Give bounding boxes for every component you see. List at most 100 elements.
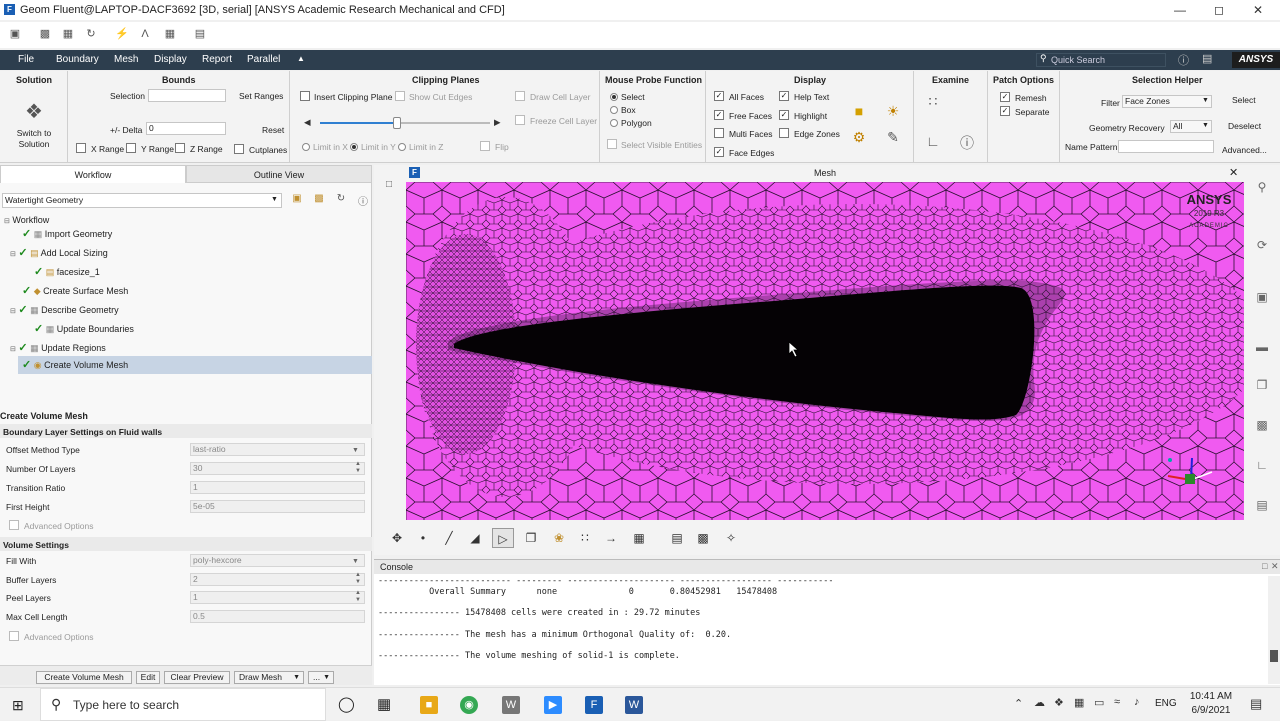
lightning-icon[interactable]: ⚡ — [115, 27, 129, 41]
layout-icon[interactable]: ▤ — [193, 27, 207, 41]
iso-view-icon[interactable]: ❐ — [1252, 375, 1272, 395]
plane-tool-icon[interactable]: ◢ — [464, 528, 486, 548]
close-window-button[interactable]: ✕ — [1244, 2, 1272, 18]
open-workflow-icon[interactable]: ▣ — [290, 193, 304, 204]
edge-zones-checkbox[interactable] — [779, 128, 789, 138]
open-icon[interactable]: ▣ — [8, 27, 22, 41]
create-volume-mesh-button[interactable]: Create Volume Mesh — [36, 671, 132, 684]
grid-icon[interactable]: ▦ — [163, 27, 177, 41]
layers-tool-icon[interactable]: ▤ — [666, 528, 688, 548]
workflow-select[interactable]: Watertight Geometry — [2, 193, 282, 208]
tree-update-boundaries[interactable]: ✓ ▦ Update Boundaries — [34, 320, 134, 338]
select-tool-icon[interactable]: ▷ — [492, 528, 514, 548]
zone-tool-icon[interactable]: ❀ — [548, 528, 570, 548]
fill-with-select[interactable]: poly-hexcore — [190, 554, 365, 567]
close-graphics-icon[interactable]: ✕ — [1229, 166, 1238, 179]
tab-workflow[interactable]: Workflow — [0, 165, 186, 183]
info-icon[interactable]: ⓘ — [958, 133, 976, 153]
box-tool-icon[interactable]: ▦ — [628, 528, 650, 548]
tree-import-geometry[interactable]: ✓ ▦ Import Geometry — [22, 225, 112, 243]
probe-select-radio[interactable] — [610, 93, 618, 101]
switch-solution-icon[interactable]: ❖ — [22, 99, 46, 123]
network-icon[interactable]: ▦ — [1074, 696, 1084, 709]
x-range-checkbox[interactable] — [76, 143, 86, 153]
menu-display[interactable]: Display — [154, 54, 187, 65]
bl-advanced-checkbox[interactable] — [9, 520, 19, 530]
cutplanes-checkbox[interactable] — [234, 144, 244, 154]
tree-create-surface-mesh[interactable]: ✓ ◆ Create Surface Mesh — [22, 282, 128, 300]
battery-icon[interactable]: ▭ — [1094, 696, 1104, 709]
notes-view-icon[interactable]: ▤ — [1252, 495, 1272, 515]
stepper-icon[interactable]: ▲ ▼ — [355, 572, 361, 586]
deselect-button[interactable]: Deselect — [1228, 121, 1261, 131]
line-tool-icon[interactable]: ╱ — [438, 528, 460, 548]
filter-select[interactable]: Face Zones — [1122, 95, 1212, 108]
minimize-button[interactable]: — — [1166, 2, 1194, 18]
chrome-icon[interactable]: ◉ — [460, 696, 478, 714]
stepper-icon[interactable]: ▲ ▼ — [355, 590, 361, 604]
file-explorer-icon[interactable]: ■ — [420, 696, 438, 714]
draw-cell-layer-checkbox[interactable] — [515, 91, 525, 101]
gear-icon[interactable]: ⚙ — [850, 129, 868, 146]
quick-search-input[interactable]: Quick Search — [1036, 53, 1166, 67]
tree-describe-geometry[interactable]: ⊟ ✓ ▦ Describe Geometry — [10, 301, 119, 319]
windows-start-icon[interactable]: ⊞ — [12, 697, 24, 714]
nodes-icon[interactable]: ∷ — [924, 93, 942, 110]
help-icon[interactable]: ⓘ — [1178, 52, 1189, 68]
free-faces-checkbox[interactable]: ✓ — [714, 110, 724, 120]
maximize-button[interactable]: ◻ — [1205, 2, 1233, 18]
offset-method-select[interactable]: last-ratio — [190, 443, 365, 456]
limit-x-radio[interactable] — [302, 143, 310, 151]
more-button[interactable]: ... ▼ — [308, 671, 334, 684]
pencil-icon[interactable]: ✎ — [884, 129, 902, 146]
language-indicator[interactable]: ENG — [1155, 698, 1177, 709]
y-range-checkbox[interactable] — [126, 143, 136, 153]
axes-icon[interactable]: ∟ — [1252, 455, 1272, 475]
tree-create-volume-mesh[interactable]: ✓ ◉ Create Volume Mesh — [18, 356, 372, 374]
show-cut-edges-checkbox[interactable] — [395, 91, 405, 101]
draw-mesh-button[interactable]: Draw Mesh ▼ — [234, 671, 304, 684]
multi-faces-checkbox[interactable] — [714, 128, 724, 138]
taskbar-search[interactable]: ⚲ Type here to search — [40, 688, 326, 721]
dropbox-icon[interactable]: ❖ — [1054, 696, 1064, 709]
limit-z-radio[interactable] — [398, 143, 406, 151]
advanced-button[interactable]: Advanced... — [1222, 145, 1267, 155]
highlight-checkbox[interactable]: ✓ — [779, 110, 789, 120]
point-tool-icon[interactable]: • — [412, 528, 434, 548]
cube-tool-icon[interactable]: ❐ — [520, 528, 542, 548]
collapse-ribbon-icon[interactable]: ▲ — [297, 54, 305, 63]
refresh-workflow-icon[interactable]: ↻ — [334, 193, 348, 204]
delta-input[interactable]: 0 — [146, 122, 226, 135]
transition-ratio-input[interactable]: 1 — [190, 481, 365, 494]
zoom-icon[interactable]: ⚲ — [1252, 177, 1272, 197]
probe-polygon-radio[interactable] — [610, 119, 618, 127]
menu-parallel[interactable]: Parallel — [247, 54, 280, 65]
workbench-icon[interactable]: W — [502, 696, 520, 714]
clock-time[interactable]: 10:41 AM — [1186, 691, 1236, 702]
folder-icon[interactable]: ■ — [850, 103, 868, 119]
help-text-checkbox[interactable]: ✓ — [779, 91, 789, 101]
save-workflow-icon[interactable]: ▩ — [312, 193, 326, 204]
sun-icon[interactable]: ☀ — [884, 103, 902, 120]
fluent-taskbar-icon[interactable]: F — [585, 696, 603, 714]
probe-box-radio[interactable] — [610, 106, 618, 114]
copy-view-icon[interactable]: ▩ — [1252, 415, 1272, 435]
reset-button[interactable]: Reset — [262, 125, 284, 135]
all-faces-checkbox[interactable]: ✓ — [714, 91, 724, 101]
onedrive-icon[interactable]: ☁ — [1034, 696, 1045, 709]
select-visible-checkbox[interactable] — [607, 139, 617, 149]
task-view-icon[interactable]: ▦ — [377, 695, 391, 713]
limit-y-radio[interactable] — [350, 143, 358, 151]
insert-clipping-checkbox[interactable] — [300, 91, 310, 101]
set-ranges-button[interactable]: Set Ranges — [239, 91, 283, 101]
menu-file[interactable]: File — [18, 54, 34, 65]
max-cell-length-input[interactable]: 0.5 — [190, 610, 365, 623]
console-scrollbar[interactable] — [1268, 576, 1280, 684]
slider-left-arrow[interactable]: ◀ — [304, 117, 311, 128]
cortana-icon[interactable]: ◯ — [338, 695, 355, 713]
stepper-icon[interactable]: ▲ ▼ — [355, 461, 361, 475]
tray-chevron-icon[interactable]: ⌃ — [1014, 697, 1023, 710]
pan-icon[interactable]: ▬ — [1252, 337, 1272, 357]
axis-icon[interactable]: Λ — [138, 27, 152, 41]
edge-tool-icon[interactable]: → — [600, 528, 622, 548]
